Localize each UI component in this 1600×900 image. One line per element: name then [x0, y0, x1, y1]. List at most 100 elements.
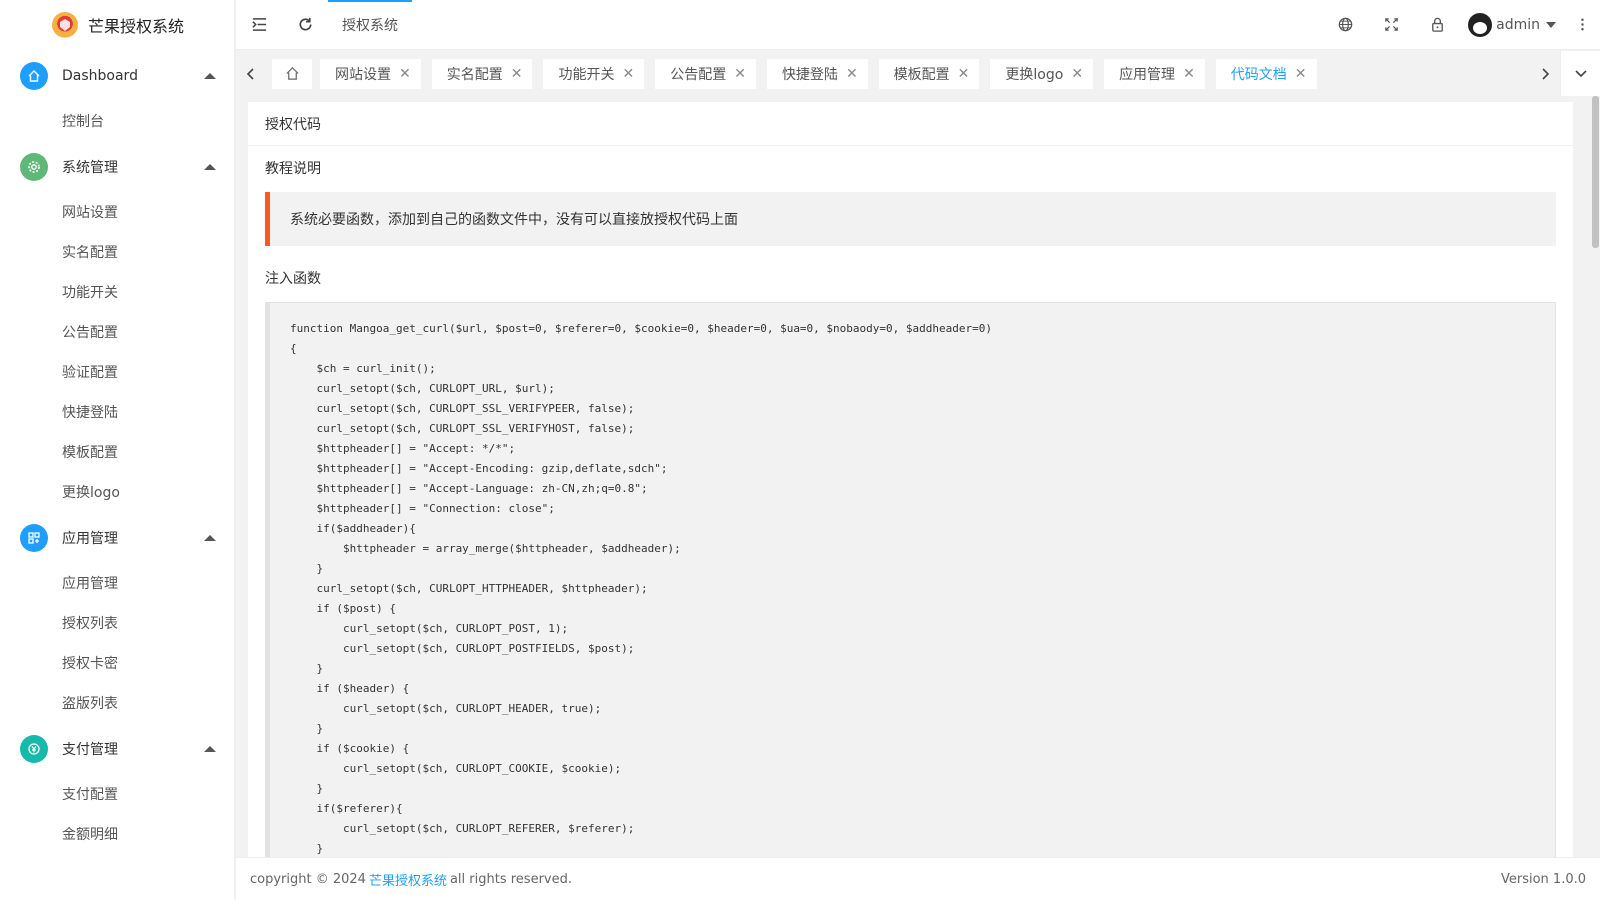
globe-icon — [1338, 17, 1352, 32]
code-line: { — [290, 342, 297, 355]
lock-icon — [1431, 17, 1443, 32]
user-name: admin — [1496, 16, 1540, 33]
sidebar-item[interactable]: 控制台 — [0, 101, 234, 141]
tab[interactable]: 代码文档 ✕ — [1215, 58, 1317, 89]
menu-group-header[interactable]: 应用管理 — [0, 512, 234, 563]
sidebar-menu: Dashboard 控制台系统管理网站设置 实名配置 功能开关 公告配置 验证配置 快捷登陆… — [0, 50, 234, 854]
tab-label: 功能开关 — [558, 66, 615, 83]
code-line: if ($header) { — [290, 682, 410, 695]
sidebar-item[interactable]: 实名配置 — [0, 232, 234, 272]
tab-home[interactable] — [272, 58, 312, 89]
more-button[interactable] — [1564, 0, 1600, 50]
sidebar-item[interactable]: 公告配置 — [0, 312, 234, 352]
sidebar-item[interactable]: 网站设置 — [0, 192, 234, 232]
sidebar-item[interactable]: 应用管理 — [0, 563, 234, 603]
sidebar-item[interactable]: 验证配置 — [0, 352, 234, 392]
tabs-next-button[interactable] — [1530, 51, 1560, 96]
tab[interactable]: 应用管理 ✕ — [1104, 58, 1205, 89]
more-vertical-icon — [1580, 18, 1584, 31]
code-line: curl_setopt($ch, CURLOPT_SSL_VERIFYHOST,… — [290, 422, 635, 435]
menu-group-label: Dashboard — [62, 67, 138, 84]
footer-link[interactable]: 芒果授权系统 — [369, 870, 447, 889]
menu-group-label: 应用管理 — [62, 530, 118, 547]
tab-label: 实名配置 — [446, 66, 503, 83]
tab-label: 应用管理 — [1119, 66, 1176, 83]
scrollbar-thumb[interactable] — [1592, 96, 1599, 248]
tab[interactable]: 更换logo ✕ — [990, 58, 1094, 89]
tab[interactable]: 公告配置 ✕ — [655, 58, 756, 89]
lock-screen-button[interactable] — [1414, 0, 1460, 50]
code-line: curl_setopt($ch, CURLOPT_SSL_VERIFYPEER,… — [290, 402, 635, 415]
brand[interactable]: 芒果授权系统 — [0, 0, 234, 50]
close-icon[interactable]: ✕ — [958, 66, 970, 82]
code-line: curl_setopt($ch, CURLOPT_POSTFIELDS, $po… — [290, 642, 635, 655]
menu-group-header[interactable]: Dashboard — [0, 50, 234, 101]
fullscreen-icon — [1384, 18, 1398, 31]
menu-toggle-button[interactable] — [236, 0, 282, 50]
sidebar-item[interactable]: 功能开关 — [0, 272, 234, 312]
sidebar-item[interactable]: 快捷登陆 — [0, 392, 234, 432]
tabs-bar: 网站设置 ✕ 实名配置 ✕ 功能开关 ✕ 公告配置 ✕ 快捷登陆 ✕ 模板配置 ✕ 更换logo ✕ 应用管… — [236, 51, 1600, 96]
language-button[interactable] — [1322, 0, 1368, 50]
code-line: function Mangoa_get_curl($url, $post=0, … — [290, 322, 992, 335]
sidebar-item[interactable]: 更换logo — [0, 472, 234, 512]
sidebar-item[interactable]: 金额明细 — [0, 814, 234, 854]
header-right: admin — [1322, 0, 1600, 50]
chevron-left-icon — [246, 67, 254, 80]
sidebar-item[interactable]: 盗版列表 — [0, 683, 234, 723]
code-line: curl_setopt($ch, CURLOPT_URL, $url); — [290, 382, 555, 395]
code-line: if ($cookie) { — [290, 742, 410, 755]
home-icon — [285, 67, 299, 80]
tab[interactable]: 快捷登陆 ✕ — [766, 58, 868, 89]
close-icon[interactable]: ✕ — [399, 66, 411, 82]
refresh-button[interactable] — [282, 0, 328, 50]
close-icon[interactable]: ✕ — [511, 66, 523, 82]
footer-suffix: all rights reserved. — [449, 871, 572, 887]
tabs-menu-button[interactable] — [1560, 51, 1600, 96]
tab[interactable]: 实名配置 ✕ — [431, 58, 533, 89]
user-menu[interactable]: admin — [1460, 12, 1564, 37]
menu-group-header[interactable]: 支付管理 — [0, 723, 234, 774]
chevron-down-icon — [1546, 21, 1556, 28]
chevron-up-icon — [204, 745, 216, 752]
sidebar: 芒果授权系统 Dashboard 控制台系统管理网站设置 实名配置 功能开关 公告配置验… — [0, 0, 235, 900]
close-icon[interactable]: ✕ — [622, 66, 634, 82]
brand-title: 芒果授权系统 — [88, 17, 185, 36]
tabs-list: 网站设置 ✕ 实名配置 ✕ 功能开关 ✕ 公告配置 ✕ 快捷登陆 ✕ 模板配置 ✕ 更换logo ✕ 应用管… — [320, 58, 1328, 89]
tab-label: 更换logo — [1005, 66, 1064, 83]
brand-logo-icon — [52, 12, 78, 38]
menu-group-label: 系统管理 — [62, 159, 118, 176]
fullscreen-button[interactable] — [1368, 0, 1414, 50]
menu-group: 应用管理 应用管理 授权列表 授权卡密 盗版列表 — [0, 512, 234, 723]
tab[interactable]: 模板配置 ✕ — [878, 58, 980, 89]
close-icon[interactable]: ✕ — [846, 66, 858, 82]
tab[interactable]: 网站设置 ✕ — [320, 58, 421, 89]
code-line: } — [290, 782, 324, 795]
close-icon[interactable]: ✕ — [1295, 66, 1307, 82]
sidebar-item[interactable]: 授权卡密 — [0, 643, 234, 683]
code-line: } — [290, 562, 324, 575]
menu-group-header[interactable]: 系统管理 — [0, 141, 234, 192]
close-icon[interactable]: ✕ — [1071, 66, 1083, 82]
tab-label: 模板配置 — [893, 66, 950, 83]
close-icon[interactable]: ✕ — [734, 66, 746, 82]
top-header: 授权系统 admin — [236, 0, 1600, 50]
sidebar-item[interactable]: 授权列表 — [0, 603, 234, 643]
tabs-prev-button[interactable] — [236, 51, 266, 96]
close-icon[interactable]: ✕ — [1183, 66, 1195, 82]
section-title-inject: 注入函数 — [265, 271, 321, 287]
sidebar-item[interactable]: 模板配置 — [0, 432, 234, 472]
info-note: 系统必要函数，添加到自己的函数文件中，没有可以直接放授权代码上面 — [265, 192, 1556, 246]
tab-label: 公告配置 — [670, 66, 727, 83]
code-line: if($addheader){ — [290, 522, 416, 535]
header-nav-item[interactable]: 授权系统 — [328, 0, 412, 50]
page-scrollbar[interactable] — [1590, 96, 1600, 856]
sidebar-item[interactable]: 支付配置 — [0, 774, 234, 814]
apps-icon — [20, 523, 48, 552]
code-block[interactable]: function Mangoa_get_curl($url, $post=0, … — [265, 302, 1556, 857]
tab[interactable]: 功能开关 ✕ — [543, 58, 645, 89]
chevron-up-icon — [204, 534, 216, 541]
header-nav-label: 授权系统 — [342, 17, 398, 34]
card-title: 授权代码 — [248, 102, 1573, 146]
info-note-text: 系统必要函数，添加到自己的函数文件中，没有可以直接放授权代码上面 — [290, 212, 738, 228]
